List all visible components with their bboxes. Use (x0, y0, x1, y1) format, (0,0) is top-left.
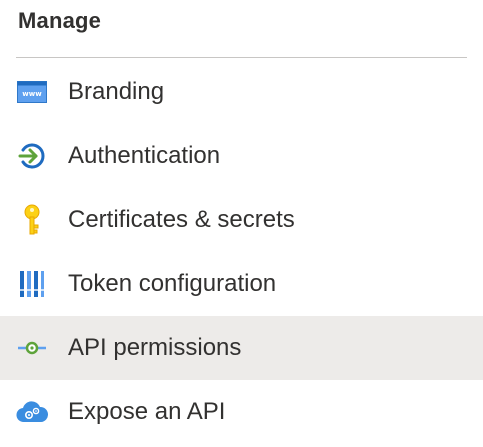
menu-item-label: API permissions (68, 334, 242, 361)
menu-item-authentication[interactable]: Authentication (0, 124, 483, 188)
browser-window-icon: www (16, 76, 48, 108)
svg-text:www: www (22, 90, 42, 98)
token-bars-icon (16, 268, 48, 300)
manage-menu: www Branding Authentication Certificates… (0, 60, 483, 444)
menu-item-label: Branding (68, 78, 165, 105)
section-divider (16, 57, 467, 58)
menu-item-label: Certificates & secrets (68, 206, 295, 233)
sign-in-arrow-icon (16, 140, 48, 172)
menu-item-branding[interactable]: www Branding (0, 60, 483, 124)
menu-item-label: Token configuration (68, 270, 277, 297)
menu-item-label: Expose an API (68, 398, 226, 425)
key-icon (16, 204, 48, 236)
menu-item-expose-an-api[interactable]: Expose an API (0, 380, 483, 444)
menu-item-api-permissions[interactable]: API permissions (0, 316, 483, 380)
cloud-gear-icon (16, 396, 48, 428)
menu-item-certificates-secrets[interactable]: Certificates & secrets (0, 188, 483, 252)
api-link-icon (16, 332, 48, 364)
menu-item-token-configuration[interactable]: Token configuration (0, 252, 483, 316)
section-title: Manage (18, 8, 102, 33)
menu-item-label: Authentication (68, 142, 221, 169)
